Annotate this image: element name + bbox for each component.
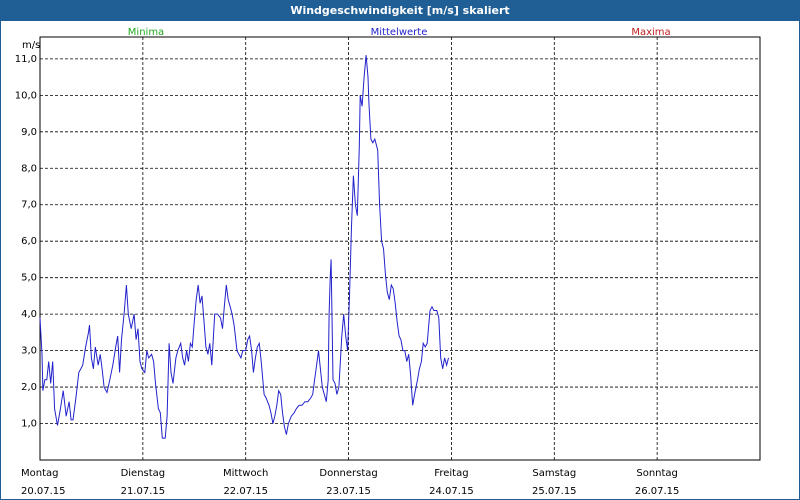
y-tick-label: 3,0 [21,346,37,357]
y-tick-label: 5,0 [21,273,37,284]
x-tick-weekday: Donnerstag [319,468,377,479]
x-tick-date: 26.07.15 [635,486,680,497]
y-axis-unit: m/s [22,40,40,51]
series-group [39,55,449,439]
x-tick-date: 20.07.15 [21,486,66,497]
y-tick-label: 6,0 [21,236,37,247]
x-tick-date: 22.07.15 [223,486,268,497]
x-tick-weekday: Montag [21,468,58,479]
series-line-mittelwerte [39,55,449,439]
x-tick-date: 23.07.15 [326,486,371,497]
x-tick-weekday: Freitag [434,468,468,479]
plot-area-border [39,36,761,461]
y-tick-label: 8,0 [21,163,37,174]
x-tick-date: 21.07.15 [121,486,166,497]
y-axis-ticks: 1,0 2,0 3,0 4,0 5,0 6,0 7,0 8,0 9,0 10,0 11,0 [15,54,37,430]
x-tick-date: 24.07.15 [429,486,474,497]
y-tick-label: 2,0 [21,382,37,393]
grid-lines [40,37,760,460]
y-tick-label: 7,0 [21,200,37,211]
y-tick-label: 10,0 [15,90,37,101]
x-axis-ticks: Montag 20.07.15 Dienstag 21.07.15 Mittwoch 22… [21,468,679,497]
x-tick-weekday: Mittwoch [223,468,268,479]
y-tick-label: 11,0 [15,54,37,65]
x-tick-date: 25.07.15 [532,486,577,497]
y-tick-label: 1,0 [21,419,37,430]
x-tick-weekday: Samstag [532,468,576,479]
chart-plot: 1,0 2,0 3,0 4,0 5,0 6,0 7,0 8,0 9,0 10,0 11,0 Mont… [15,36,761,497]
y-tick-label: 9,0 [21,127,37,138]
x-tick-weekday: Sonntag [636,468,678,479]
x-tick-weekday: Dienstag [121,468,166,479]
y-tick-label: 4,0 [21,309,37,320]
